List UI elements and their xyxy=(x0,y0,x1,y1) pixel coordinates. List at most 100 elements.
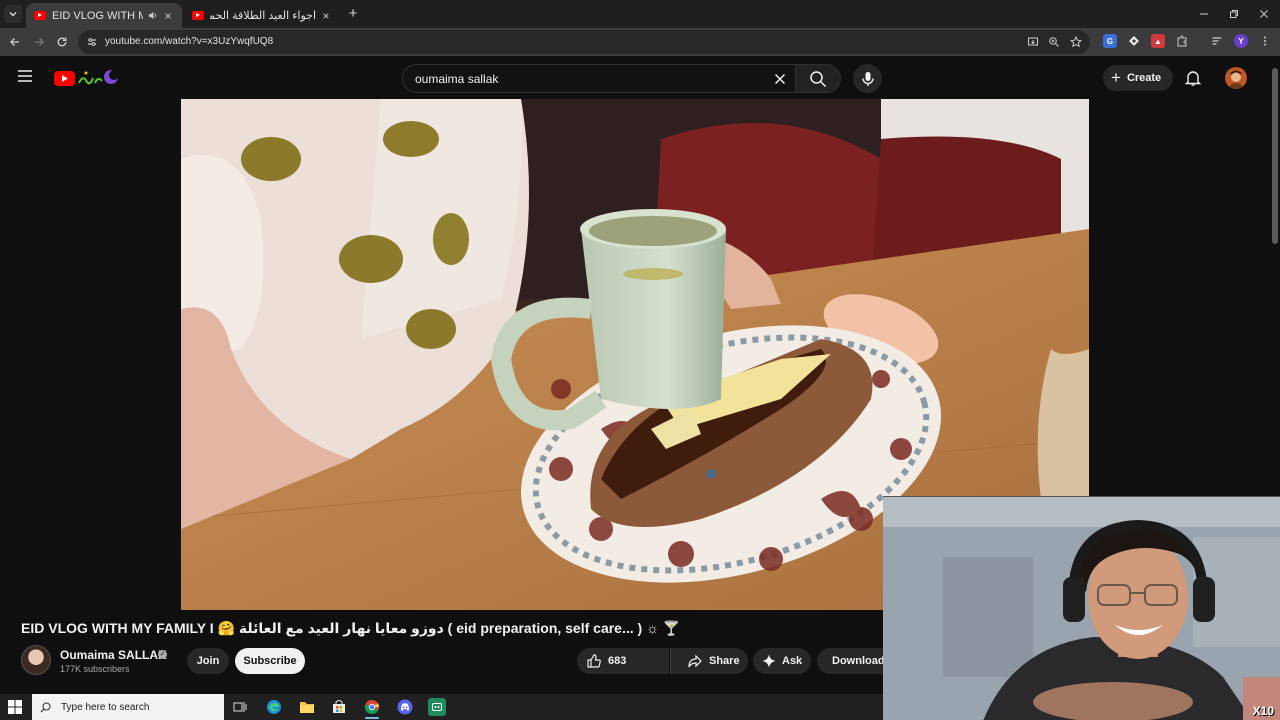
extensions-puzzle-icon[interactable] xyxy=(1175,34,1189,48)
chevron-down-icon xyxy=(9,12,17,17)
share-button[interactable]: Share xyxy=(679,648,748,674)
back-button[interactable] xyxy=(6,33,24,51)
task-view-button[interactable] xyxy=(231,698,249,716)
kebab-icon xyxy=(1264,36,1266,46)
discord-icon xyxy=(397,699,413,715)
zoom-icon[interactable] xyxy=(1048,36,1060,48)
tab-close-icon[interactable]: × xyxy=(320,9,332,23)
like-button[interactable]: 683 xyxy=(577,648,669,674)
arrow-left-icon xyxy=(10,38,19,46)
start-button[interactable] xyxy=(8,700,22,714)
join-button[interactable]: Join xyxy=(187,648,229,674)
site-info-icon[interactable] xyxy=(86,36,98,48)
share-label: Share xyxy=(709,655,740,667)
tab-title: اجواء العيد الطلاقة الحمام السوق xyxy=(210,10,316,22)
browser-tab-strip: EID VLOG WITH MY FAMILY × اجواء العيد ال… xyxy=(0,0,1280,28)
extension-diamond-icon[interactable] xyxy=(1127,34,1141,48)
restore-button[interactable] xyxy=(1225,5,1243,23)
url-text: youtube.com/watch?v=x3UzYwqfUQ8 xyxy=(105,36,274,47)
chrome-taskbar-button[interactable] xyxy=(363,698,381,716)
file-explorer-taskbar-button[interactable] xyxy=(298,698,316,716)
bookmark-star-icon[interactable] xyxy=(1070,36,1082,48)
subscriber-count: 177K subscribers xyxy=(60,664,130,674)
install-app-icon[interactable] xyxy=(1027,36,1039,48)
tab-search-button[interactable] xyxy=(4,5,22,23)
webcam-overlay: X10 xyxy=(883,496,1280,720)
voice-search-button[interactable] xyxy=(853,64,882,93)
list-icon xyxy=(1212,37,1222,45)
reading-list-icon[interactable] xyxy=(1210,34,1224,48)
create-label: Create xyxy=(1126,72,1162,84)
youtube-favicon-icon xyxy=(34,11,46,20)
youtube-logo[interactable] xyxy=(53,68,123,90)
forward-button[interactable] xyxy=(30,33,48,51)
active-indicator xyxy=(365,717,379,719)
reload-button[interactable] xyxy=(53,33,71,51)
app-taskbar-button[interactable] xyxy=(428,698,446,716)
puzzle-icon xyxy=(1177,35,1187,47)
webcam-badge: X10 xyxy=(1252,704,1274,718)
browser-menu-icon[interactable] xyxy=(1258,34,1272,48)
search-icon xyxy=(810,70,827,87)
plus-icon: + xyxy=(1111,68,1121,87)
taskbar-search-box[interactable]: Type here to search xyxy=(32,694,224,720)
search-input[interactable]: oumaima sallak xyxy=(402,64,795,93)
windows-logo-icon xyxy=(8,700,22,714)
microphone-icon xyxy=(861,71,874,86)
address-bar[interactable]: youtube.com/watch?v=x3UzYwqfUQ8 xyxy=(78,30,1090,54)
tab-title: EID VLOG WITH MY FAMILY xyxy=(52,9,143,22)
search-button[interactable] xyxy=(795,64,841,93)
youtube-eid-doodle-icon xyxy=(54,70,119,86)
translate-extension-icon[interactable]: G xyxy=(1103,34,1117,48)
store-taskbar-button[interactable] xyxy=(330,698,348,716)
notifications-button[interactable] xyxy=(1185,69,1201,87)
verified-check-icon: ✓ xyxy=(158,650,167,659)
bell-icon xyxy=(1185,71,1201,86)
windows-taskbar: Type here to search xyxy=(0,694,883,720)
profile-avatar-icon[interactable]: Y xyxy=(1234,34,1248,48)
tab-eid-vlog[interactable]: EID VLOG WITH MY FAMILY × xyxy=(26,3,182,28)
download-button[interactable]: Download xyxy=(817,648,883,674)
scrollbar-thumb[interactable] xyxy=(1272,68,1278,244)
close-icon xyxy=(774,73,786,85)
subscribe-button[interactable]: Subscribe xyxy=(235,648,305,674)
store-icon xyxy=(333,700,345,713)
share-icon xyxy=(688,654,702,668)
user-avatar-icon xyxy=(1225,67,1247,89)
tab-eid-atmosphere[interactable]: اجواء العيد الطلاقة الحمام السوق × xyxy=(184,3,340,28)
youtube-favicon-icon xyxy=(192,11,204,20)
close-window-button[interactable] xyxy=(1255,5,1273,23)
discord-taskbar-button[interactable] xyxy=(396,698,414,716)
ask-button[interactable]: Ask xyxy=(753,648,811,674)
diamond-icon xyxy=(1129,36,1139,46)
like-count: 683 xyxy=(608,655,627,667)
edge-icon xyxy=(267,700,281,714)
channel-avatar[interactable] xyxy=(21,645,51,675)
task-view-icon xyxy=(233,702,247,712)
speaker-icon[interactable] xyxy=(147,10,158,21)
edge-taskbar-button[interactable] xyxy=(265,698,283,716)
reload-icon xyxy=(57,37,67,47)
create-button[interactable]: + Create xyxy=(1103,65,1173,91)
folder-icon xyxy=(300,702,314,713)
channel-name[interactable]: Oumaima SALLAK xyxy=(60,648,167,662)
account-avatar[interactable] xyxy=(1225,67,1247,89)
page-scrollbar[interactable] xyxy=(1272,60,1278,494)
hamburger-menu-button[interactable] xyxy=(17,69,33,83)
download-label: Download xyxy=(832,655,883,667)
tab-close-icon[interactable]: × xyxy=(162,9,174,23)
extension-red-icon[interactable]: ▲ xyxy=(1151,34,1165,48)
clear-search-button[interactable] xyxy=(771,70,789,88)
close-icon xyxy=(1260,10,1268,18)
video-title: EID VLOG WITH MY FAMILY I 🤗 دوزو معايا ن… xyxy=(21,620,681,636)
arrow-right-icon xyxy=(35,38,44,46)
minimize-icon xyxy=(1200,13,1208,15)
sparkle-icon xyxy=(762,654,776,668)
search-icon xyxy=(40,702,51,712)
app-window-icon xyxy=(432,703,442,711)
taskbar-search-placeholder: Type here to search xyxy=(61,701,150,713)
new-tab-button[interactable]: + xyxy=(345,6,361,22)
minimize-button[interactable] xyxy=(1195,5,1213,23)
thumbs-up-icon xyxy=(587,654,601,668)
hamburger-icon xyxy=(18,70,32,82)
